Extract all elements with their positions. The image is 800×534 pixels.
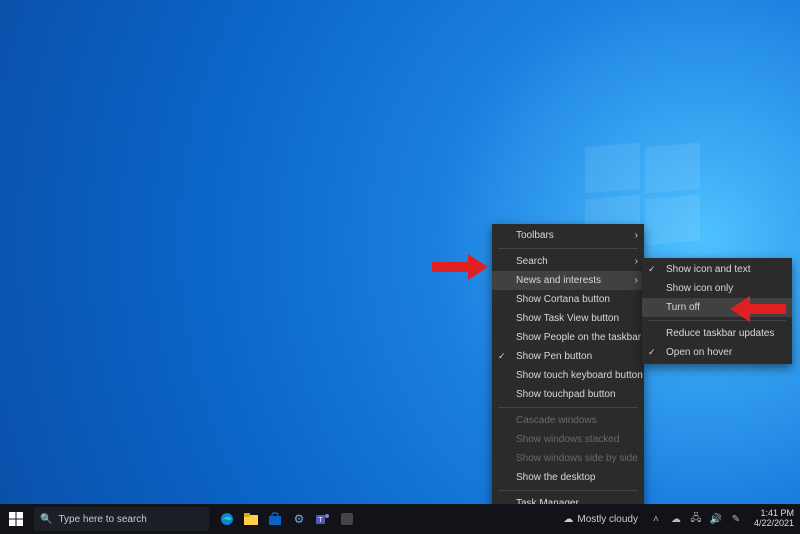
menu-item-label: Turn off <box>666 302 700 313</box>
chevron-right-icon: › <box>635 230 638 241</box>
menu-item-cascade: Cascade windows <box>492 411 644 430</box>
menu-item-side-by-side: Show windows side by side <box>492 449 644 468</box>
chevron-right-icon: › <box>635 256 638 267</box>
taskbar-app-generic[interactable] <box>335 504 359 534</box>
news-interests-submenu: ✓ Show icon and text Show icon only Turn… <box>642 258 792 364</box>
menu-item-show-icon-text[interactable]: ✓ Show icon and text <box>642 260 792 279</box>
taskbar-clock[interactable]: 1:41 PM 4/22/2021 <box>748 509 794 529</box>
tray-chevron-icon[interactable]: ˄ <box>648 514 664 525</box>
taskbar-context-menu: Toolbars › Search › News and interests ›… <box>492 224 644 534</box>
menu-item-turn-off[interactable]: Turn off <box>642 298 792 317</box>
menu-item-show-pen[interactable]: ✓ Show Pen button <box>492 347 644 366</box>
menu-separator <box>498 407 638 408</box>
tray-volume-icon[interactable]: 🔊 <box>708 514 724 525</box>
menu-item-label: Show touchpad button <box>516 389 616 400</box>
taskbar-app-teams[interactable]: T <box>311 504 335 534</box>
search-placeholder: Type here to search <box>58 514 146 525</box>
taskbar-app-settings[interactable]: ⚙ <box>287 504 311 534</box>
menu-item-stacked: Show windows stacked <box>492 430 644 449</box>
menu-item-label: Show People on the taskbar <box>516 332 641 343</box>
menu-item-search[interactable]: Search › <box>492 252 644 271</box>
menu-item-show-desktop[interactable]: Show the desktop <box>492 468 644 487</box>
windows-icon <box>9 512 23 526</box>
check-icon: ✓ <box>648 264 656 275</box>
menu-item-label: Show icon only <box>666 283 733 294</box>
menu-item-label: Open on hover <box>666 347 732 358</box>
menu-item-toolbars[interactable]: Toolbars › <box>492 226 644 245</box>
taskbar: 🔍 Type here to search ⚙ T ☁ Mo <box>0 504 800 534</box>
menu-item-label: Search <box>516 256 548 267</box>
menu-item-reduce-updates[interactable]: Reduce taskbar updates <box>642 324 792 343</box>
menu-separator <box>498 248 638 249</box>
news-interests-widget[interactable]: ☁ Mostly cloudy <box>557 514 644 525</box>
menu-item-show-touch-keyboard[interactable]: Show touch keyboard button <box>492 366 644 385</box>
cloud-icon: ☁ <box>563 514 573 525</box>
taskbar-app-explorer[interactable] <box>239 504 263 534</box>
taskbar-search-box[interactable]: 🔍 Type here to search <box>34 507 209 531</box>
desktop: Toolbars › Search › News and interests ›… <box>0 0 800 534</box>
menu-item-label: Cascade windows <box>516 415 597 426</box>
menu-item-label: Toolbars <box>516 230 554 241</box>
menu-separator <box>648 320 786 321</box>
svg-text:T: T <box>318 517 323 524</box>
menu-item-label: Show windows side by side <box>516 453 638 464</box>
check-icon: ✓ <box>498 351 506 362</box>
chevron-right-icon: › <box>635 275 638 286</box>
gear-icon: ⚙ <box>294 512 305 526</box>
menu-item-label: Show icon and text <box>666 264 751 275</box>
menu-item-label: Show windows stacked <box>516 434 619 445</box>
taskbar-app-store[interactable] <box>263 504 287 534</box>
menu-separator <box>498 490 638 491</box>
clock-date: 4/22/2021 <box>754 519 794 529</box>
tray-pen-icon[interactable]: ✎ <box>728 514 744 525</box>
menu-item-show-cortana[interactable]: Show Cortana button <box>492 290 644 309</box>
check-icon: ✓ <box>648 347 656 358</box>
taskbar-tray: ☁ Mostly cloudy ˄ ☁ 🖧 🔊 ✎ 1:41 PM 4/22/2… <box>557 504 800 534</box>
taskbar-app-edge[interactable] <box>215 504 239 534</box>
menu-item-label: Show the desktop <box>516 472 596 483</box>
start-button[interactable] <box>0 504 32 534</box>
tray-network-icon[interactable]: 🖧 <box>688 511 704 528</box>
menu-item-label: Show Cortana button <box>516 294 610 305</box>
menu-item-label: Show touch keyboard button <box>516 370 643 381</box>
menu-item-label: Reduce taskbar updates <box>666 328 774 339</box>
menu-item-show-people[interactable]: Show People on the taskbar <box>492 328 644 347</box>
menu-item-label: Show Pen button <box>516 351 592 362</box>
annotation-arrow <box>432 254 492 278</box>
menu-item-show-task-view[interactable]: Show Task View button <box>492 309 644 328</box>
menu-item-label: News and interests <box>516 275 601 286</box>
menu-item-open-on-hover[interactable]: ✓ Open on hover <box>642 343 792 362</box>
menu-item-label: Show Task View button <box>516 313 619 324</box>
weather-text: Mostly cloudy <box>577 514 638 525</box>
search-icon: 🔍 <box>40 514 52 525</box>
menu-item-show-touchpad[interactable]: Show touchpad button <box>492 385 644 404</box>
taskbar-pinned-apps: ⚙ T <box>215 504 359 534</box>
menu-item-news-interests[interactable]: News and interests › <box>492 271 644 290</box>
menu-item-show-icon-only[interactable]: Show icon only <box>642 279 792 298</box>
tray-onedrive-icon[interactable]: ☁ <box>668 514 684 525</box>
